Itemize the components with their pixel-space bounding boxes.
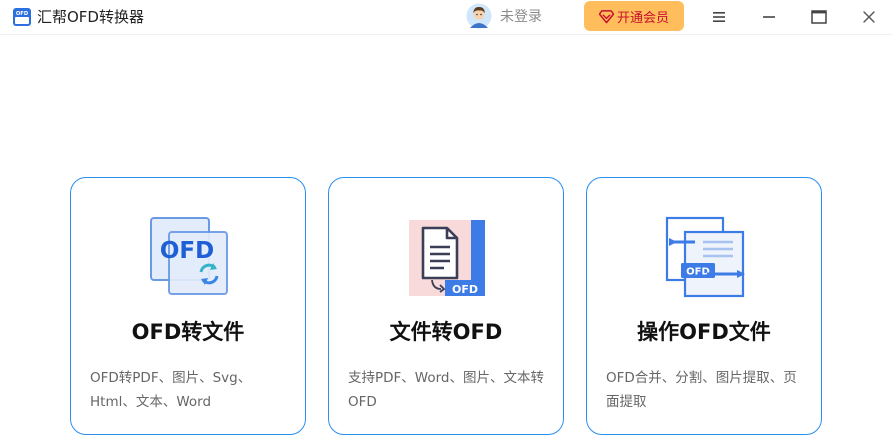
user-avatar-icon[interactable] — [466, 3, 492, 29]
close-icon — [863, 11, 875, 23]
login-link[interactable]: 未登录 — [500, 8, 542, 26]
open-vip-label: 开通会员 — [616, 10, 669, 26]
open-vip-button[interactable]: 开通会员 — [584, 1, 684, 31]
card-operate-ofd[interactable]: OFD 操作OFD文件 OFD合并、分割、图片提取、页面提取 — [586, 177, 822, 435]
ofd-label: OFD — [452, 283, 478, 296]
menu-icon — [713, 12, 725, 22]
ofd-label: OFD — [686, 267, 710, 278]
card-title: 操作OFD文件 — [637, 320, 771, 344]
diamond-icon — [598, 9, 614, 23]
card-description: OFD转PDF、图片、Svg、Html、文本、Word — [90, 370, 252, 410]
minimize-button[interactable] — [757, 5, 781, 29]
card-file-to-ofd[interactable]: OFD 文件转OFD 支持PDF、Word、图片、文本转OFD — [328, 177, 564, 435]
card-description: OFD合并、分割、图片提取、页面提取 — [606, 370, 797, 410]
menu-button[interactable] — [707, 5, 731, 29]
file-to-ofd-icon: OFD — [409, 220, 485, 296]
card-description: 支持PDF、Word、图片、文本转OFD — [348, 370, 545, 410]
card-title: 文件转OFD — [389, 320, 503, 344]
minimize-icon — [763, 16, 775, 18]
maximize-icon — [811, 10, 827, 24]
ofd-operate-icon: OFD — [665, 216, 745, 298]
card-ofd-to-file[interactable]: OFD OFD转文件 OFD转PDF、图片、Svg、Html、文本、Word — [70, 177, 306, 435]
close-button[interactable] — [857, 5, 881, 29]
ofd-label: OFD — [160, 238, 214, 264]
app-title: 汇帮OFD转换器 — [37, 8, 144, 26]
card-title: OFD转文件 — [131, 320, 245, 344]
ofd-convert-icon: OFD — [150, 217, 228, 295]
svg-text:OFD: OFD — [16, 11, 29, 17]
maximize-button[interactable] — [807, 5, 831, 29]
title-bar: OFD 汇帮OFD转换器 未登录 开通会员 — [0, 0, 892, 35]
ofd-logo-icon: OFD — [13, 8, 31, 26]
